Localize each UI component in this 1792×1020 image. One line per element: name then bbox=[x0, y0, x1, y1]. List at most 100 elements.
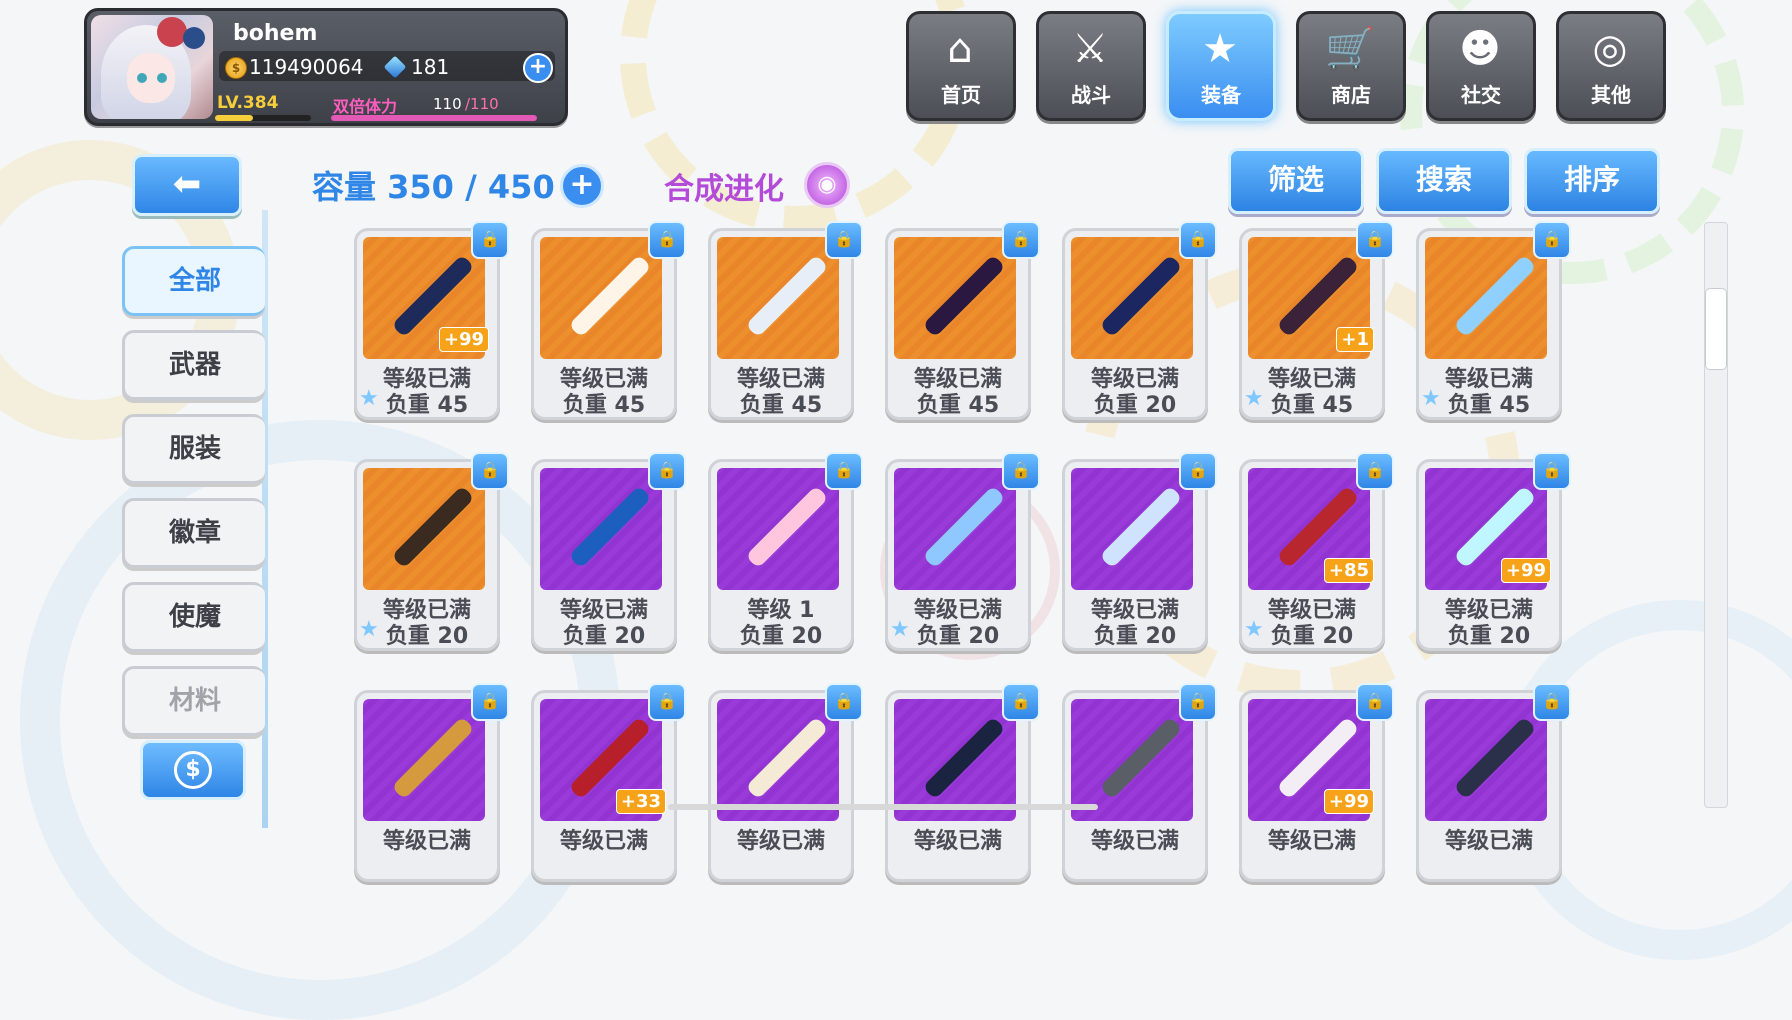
inventory-item[interactable]: 🔒 +85 ★ 等级已满 负重 20 bbox=[1239, 452, 1394, 651]
synthesis-icon[interactable]: ◉ bbox=[804, 162, 850, 208]
sort-button[interactable]: 排序 bbox=[1524, 148, 1660, 214]
item-weight: 负重 20 bbox=[1270, 624, 1354, 649]
nav-home-button[interactable]: ⌂ 首页 bbox=[906, 11, 1016, 121]
nav-other-button[interactable]: ◎ 其他 bbox=[1556, 11, 1666, 121]
synthesis-evolve-link[interactable]: 合成进化 bbox=[664, 164, 784, 208]
enhance-badge: +99 bbox=[1323, 789, 1374, 814]
inventory-item[interactable]: 🔒 等级已满 bbox=[1416, 683, 1571, 882]
inventory-item[interactable]: 🔒 等级已满 负重 45 bbox=[531, 221, 686, 420]
coin-icon: $ bbox=[225, 57, 247, 79]
inventory-item[interactable]: 🔒 等级已满 bbox=[1062, 683, 1217, 882]
lock-icon[interactable]: 🔒 bbox=[1002, 683, 1040, 721]
lock-icon[interactable]: 🔒 bbox=[825, 683, 863, 721]
item-thumbnail bbox=[1071, 237, 1193, 359]
inventory-item[interactable]: 🔒 ★ 等级已满 负重 20 bbox=[354, 452, 509, 651]
enhance-badge: +85 bbox=[1323, 558, 1374, 583]
inventory-item[interactable]: 🔒 +99 等级已满 负重 20 bbox=[1416, 452, 1571, 651]
inventory-item[interactable]: 🔒 等级已满 bbox=[708, 683, 863, 882]
lock-icon[interactable]: 🔒 bbox=[648, 683, 686, 721]
search-button[interactable]: 搜索 bbox=[1376, 148, 1512, 214]
lock-icon[interactable]: 🔒 bbox=[1356, 221, 1394, 259]
item-thumbnail bbox=[717, 237, 839, 359]
spiral-icon: ◎ bbox=[1592, 26, 1628, 72]
lock-icon[interactable]: 🔒 bbox=[1002, 221, 1040, 259]
inventory-item[interactable]: 🔒 等级 1 负重 20 bbox=[708, 452, 863, 651]
item-weight: 负重 20 bbox=[916, 624, 1000, 649]
scrollbar-thumb[interactable] bbox=[1705, 288, 1727, 370]
filter-button[interactable]: 筛选 bbox=[1228, 148, 1364, 214]
lock-icon[interactable]: 🔒 bbox=[471, 221, 509, 259]
expand-capacity-button[interactable]: + bbox=[560, 164, 604, 208]
cart-icon: 🛒 bbox=[1325, 26, 1375, 72]
item-thumbnail bbox=[894, 699, 1016, 821]
item-thumbnail bbox=[894, 237, 1016, 359]
house-icon: ⌂ bbox=[947, 26, 973, 72]
tab-badge[interactable]: 徽章 bbox=[122, 498, 265, 568]
lock-icon[interactable]: 🔒 bbox=[1533, 683, 1571, 721]
avatar[interactable] bbox=[91, 15, 213, 119]
tab-costume[interactable]: 服装 bbox=[122, 414, 265, 484]
item-thumbnail bbox=[1425, 699, 1547, 821]
item-thumbnail bbox=[717, 699, 839, 821]
lock-icon[interactable]: 🔒 bbox=[1533, 221, 1571, 259]
lock-icon[interactable]: 🔒 bbox=[1179, 683, 1217, 721]
item-weight: 负重 45 bbox=[916, 393, 1000, 418]
inventory-item[interactable]: 🔒 ★ 等级已满 负重 45 bbox=[1416, 221, 1571, 420]
item-weight: 负重 45 bbox=[1447, 393, 1531, 418]
lock-icon[interactable]: 🔒 bbox=[1179, 221, 1217, 259]
lock-icon[interactable]: 🔒 bbox=[1002, 452, 1040, 490]
lock-icon[interactable]: 🔒 bbox=[648, 452, 686, 490]
item-art bbox=[922, 254, 1006, 338]
add-currency-button[interactable]: + bbox=[523, 53, 553, 83]
tab-all[interactable]: 全部 bbox=[122, 246, 265, 316]
inventory-item[interactable]: 🔒 等级已满 负重 20 bbox=[531, 452, 686, 651]
nav-equipment-button[interactable]: ★ 装备 bbox=[1166, 11, 1276, 121]
enhance-badge: +33 bbox=[615, 789, 666, 814]
item-thumbnail bbox=[1425, 237, 1547, 359]
lock-icon[interactable]: 🔒 bbox=[1533, 452, 1571, 490]
lock-icon[interactable]: 🔒 bbox=[825, 221, 863, 259]
inventory-item[interactable]: 🔒 ★ 等级已满 负重 20 bbox=[885, 452, 1040, 651]
item-art bbox=[568, 716, 652, 800]
inventory-item[interactable]: 🔒 +99 ★ 等级已满 负重 45 bbox=[354, 221, 509, 420]
item-weight: 负重 20 bbox=[385, 624, 469, 649]
lock-icon[interactable]: 🔒 bbox=[471, 452, 509, 490]
item-art bbox=[1099, 716, 1183, 800]
lock-icon[interactable]: 🔒 bbox=[1356, 683, 1394, 721]
item-thumbnail bbox=[540, 468, 662, 590]
tab-familiar[interactable]: 使魔 bbox=[122, 582, 265, 652]
lock-icon[interactable]: 🔒 bbox=[1179, 452, 1217, 490]
lock-icon[interactable]: 🔒 bbox=[648, 221, 686, 259]
sell-button[interactable]: $ bbox=[140, 740, 246, 800]
capacity-label: 容量 350 / 450 bbox=[312, 168, 555, 206]
back-button[interactable]: ⬅ bbox=[132, 154, 242, 216]
inventory-item[interactable]: 🔒 +1 ★ 等级已满 负重 45 bbox=[1239, 221, 1394, 420]
nav-social-button[interactable]: ☻ 社交 bbox=[1426, 11, 1536, 121]
nav-label: 其他 bbox=[1591, 83, 1631, 107]
player-profile-panel[interactable]: bohem $ 119490064 181 + LV.384 双倍体力 110 … bbox=[84, 8, 568, 126]
item-thumbnail bbox=[894, 468, 1016, 590]
inventory-item[interactable]: 🔒 等级已满 bbox=[354, 683, 509, 882]
inventory-item[interactable]: 🔒 +99 等级已满 bbox=[1239, 683, 1394, 882]
item-art bbox=[568, 254, 652, 338]
inventory-item[interactable]: 🔒 等级已满 bbox=[885, 683, 1040, 882]
tab-materials[interactable]: 材料 bbox=[122, 666, 265, 736]
item-weight: 负重 45 bbox=[385, 393, 469, 418]
nav-battle-button[interactable]: ⚔ 战斗 bbox=[1036, 11, 1146, 121]
item-weight: 负重 20 bbox=[1447, 624, 1531, 649]
item-thumbnail bbox=[1071, 699, 1193, 821]
inventory-item[interactable]: 🔒 +33 等级已满 bbox=[531, 683, 686, 882]
enhance-badge: +99 bbox=[438, 327, 489, 352]
nav-shop-button[interactable]: 🛒 商店 bbox=[1296, 11, 1406, 121]
item-art bbox=[391, 254, 475, 338]
lock-icon[interactable]: 🔒 bbox=[1356, 452, 1394, 490]
exp-fill bbox=[215, 115, 254, 121]
lock-icon[interactable]: 🔒 bbox=[825, 452, 863, 490]
inventory-item[interactable]: 🔒 等级已满 负重 45 bbox=[708, 221, 863, 420]
lock-icon[interactable]: 🔒 bbox=[471, 683, 509, 721]
inventory-item[interactable]: 🔒 等级已满 负重 20 bbox=[1062, 221, 1217, 420]
inventory-item[interactable]: 🔒 等级已满 负重 45 bbox=[885, 221, 1040, 420]
nav-label: 装备 bbox=[1201, 83, 1241, 107]
tab-weapons[interactable]: 武器 bbox=[122, 330, 265, 400]
inventory-item[interactable]: 🔒 等级已满 负重 20 bbox=[1062, 452, 1217, 651]
